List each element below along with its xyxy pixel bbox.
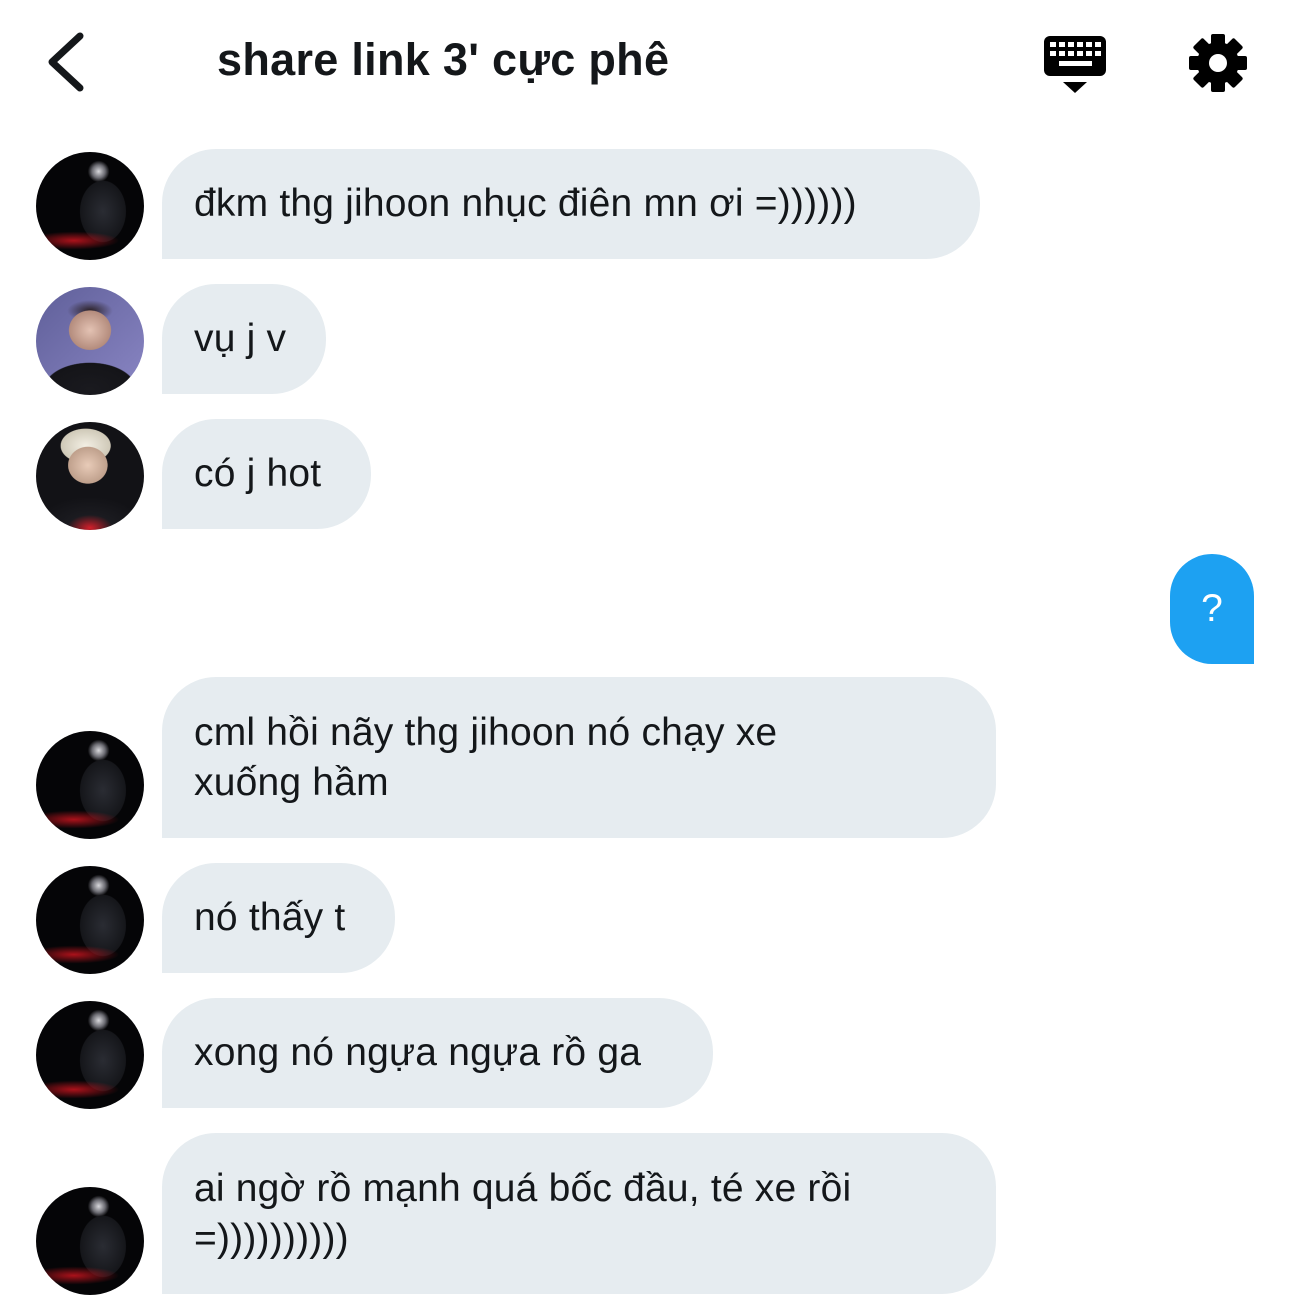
conversation-title: share link 3' cực phê <box>217 34 670 85</box>
message-bubble[interactable]: ai ngờ rồ mạnh quá bốc đầu, té xe rồi =)… <box>162 1133 996 1294</box>
message-bubble[interactable]: nó thấy t <box>162 863 395 973</box>
gear-icon <box>1189 34 1247 92</box>
message-text: có j hot <box>194 452 322 495</box>
chevron-left-icon <box>48 32 84 92</box>
keyboard-button[interactable] <box>1040 30 1110 100</box>
message-bubble[interactable]: cml hồi nãy thg jihoon nó chạy xe xuống … <box>162 677 996 838</box>
outgoing-message-bubble[interactable]: ? <box>1170 554 1254 664</box>
message-bubble[interactable]: vụ j v <box>162 284 326 394</box>
message-text: cml hồi nãy thg jihoon nó chạy xe xuống … <box>194 710 778 804</box>
sender-avatar[interactable] <box>36 287 144 395</box>
chat-header: share link 3' cực phê <box>0 0 1290 124</box>
sender-avatar[interactable] <box>36 422 144 530</box>
message-text: ? <box>1201 587 1223 630</box>
sender-avatar[interactable] <box>36 1187 144 1295</box>
message-text: ai ngờ rồ mạnh quá bốc đầu, té xe rồi =)… <box>194 1166 852 1260</box>
message-text: đkm thg jihoon nhục điên mn ơi =)))))) <box>194 182 857 225</box>
message-text: xong nó ngựa ngựa rồ ga <box>194 1031 642 1074</box>
sender-avatar[interactable] <box>36 866 144 974</box>
message-text: vụ j v <box>194 317 287 360</box>
message-text: nó thấy t <box>194 896 346 939</box>
settings-button[interactable] <box>1185 30 1251 96</box>
message-bubble[interactable]: đkm thg jihoon nhục điên mn ơi =)))))) <box>162 149 980 259</box>
back-button[interactable] <box>40 26 100 98</box>
sender-avatar[interactable] <box>36 1001 144 1109</box>
message-bubble[interactable]: xong nó ngựa ngựa rồ ga <box>162 998 713 1108</box>
sender-avatar[interactable] <box>36 152 144 260</box>
keyboard-icon <box>1044 36 1106 93</box>
sender-avatar[interactable] <box>36 731 144 839</box>
message-bubble[interactable]: có j hot <box>162 419 371 529</box>
